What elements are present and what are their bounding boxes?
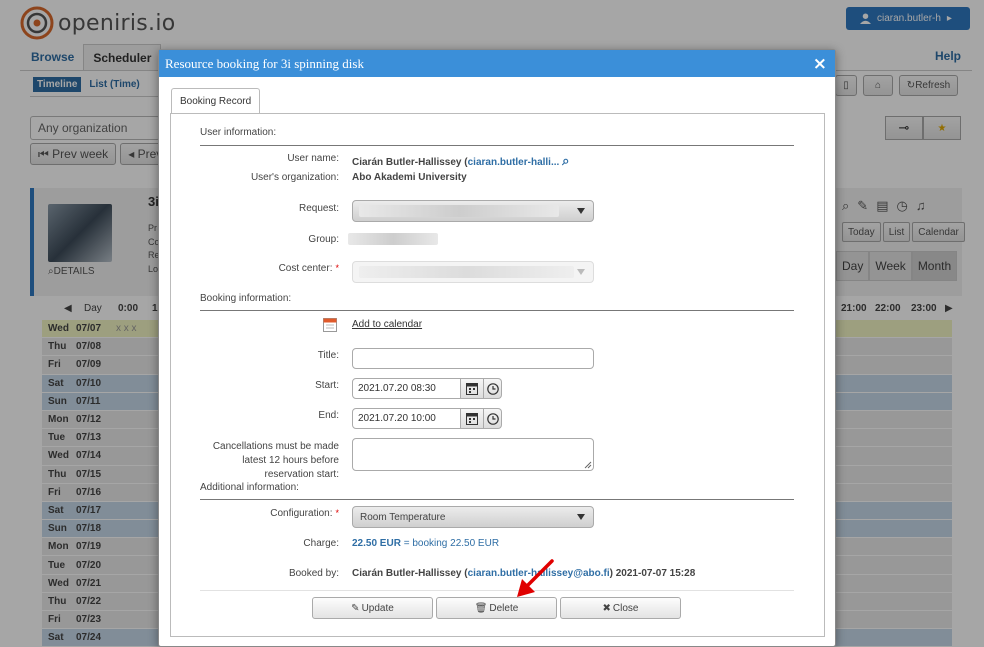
section-divider [200, 499, 794, 500]
organization-value: Abo Akademi University [352, 172, 467, 183]
trash-icon: 🗑︎ [474, 602, 488, 614]
additional-info-heading: Additional information: [200, 482, 299, 493]
end-label: End: [318, 410, 339, 421]
calendar-icon [466, 413, 478, 425]
cancellation-line: reservation start: [264, 469, 339, 480]
dialog-buttons: ✎ Update 🗑︎ Delete ✖ Close [312, 597, 681, 619]
redacted-value [359, 266, 574, 278]
clock-icon [486, 382, 499, 395]
clock-icon [486, 412, 499, 425]
pencil-icon: ✎ [351, 602, 360, 614]
configuration-value: Room Temperature [360, 512, 446, 523]
cancellation-line: Cancellations must be made [212, 441, 339, 452]
dialog-title: Resource booking for 3i spinning disk [165, 55, 364, 71]
configuration-label: Configuration: * [179, 508, 339, 519]
calendar-icon [466, 383, 478, 395]
end-calendar-button[interactable] [460, 408, 484, 429]
user-info-heading: User information: [200, 127, 277, 138]
section-divider [200, 310, 794, 311]
required-marker: * [335, 508, 339, 518]
booked-by-time: 2021-07-07 15:28 [615, 568, 696, 579]
request-label: Request: [298, 203, 339, 214]
update-label: Update [361, 602, 394, 614]
charge-detail: = booking 22.50 EUR [403, 538, 500, 549]
charge-amount: 22.50 EUR [352, 538, 401, 549]
group-label: Group: [308, 234, 339, 245]
dialog-header: Resource booking for 3i spinning disk × [159, 50, 835, 77]
update-button[interactable]: ✎ Update [312, 597, 433, 619]
request-select[interactable] [352, 200, 594, 222]
search-icon[interactable]: ⌕ [562, 153, 569, 168]
cancellation-policy: Cancellations must be made latest 12 hou… [179, 440, 339, 482]
booked-by-name: Ciarán Butler-Hallissey [352, 568, 462, 579]
booking-dialog: Resource booking for 3i spinning disk × … [158, 49, 836, 647]
end-date-input[interactable]: 2021.07.20 10:00 [352, 408, 464, 429]
footer-divider [200, 590, 794, 591]
start-date-input[interactable]: 2021.07.20 08:30 [352, 378, 464, 399]
cost-center-label-text: Cost center: [278, 263, 333, 274]
cost-center-select[interactable] [352, 261, 594, 283]
charge-label: Charge: [303, 538, 339, 549]
tab-booking-record[interactable]: Booking Record [171, 88, 261, 114]
close-x-icon: ✖ [602, 602, 611, 614]
booking-info-heading: Booking information: [200, 293, 292, 304]
cost-center-label: Cost center: * [179, 263, 339, 274]
user-name: Ciarán Butler-Hallissey [352, 157, 462, 168]
required-marker: * [335, 263, 339, 273]
notes-textarea[interactable] [352, 438, 594, 471]
resize-handle-icon[interactable] [584, 461, 592, 469]
start-calendar-button[interactable] [460, 378, 484, 399]
booked-by-label: Booked by: [288, 568, 339, 579]
title-input[interactable] [352, 348, 594, 369]
end-time-button[interactable] [484, 408, 502, 429]
configuration-select[interactable]: Room Temperature [352, 506, 594, 528]
close-label: Close [612, 602, 639, 614]
delete-label: Delete [489, 602, 519, 614]
configuration-label-text: Configuration: [270, 508, 333, 519]
start-label: Start: [315, 380, 339, 391]
cancellation-line: latest 12 hours before [242, 455, 339, 466]
charge-value: 22.50 EUR = booking 22.50 EUR [352, 538, 499, 549]
chevron-down-icon [577, 269, 585, 275]
close-button[interactable]: ✖ Close [560, 597, 681, 619]
annotation-arrow-icon [517, 559, 554, 597]
redacted-group [348, 233, 438, 245]
organization-label: User's organization: [250, 172, 339, 183]
user-name-value: Ciarán Butler-Hallissey (ciaran.butler-h… [352, 153, 570, 168]
user-name-label: User name: [287, 153, 339, 164]
calendar-add-icon [323, 318, 337, 332]
title-label: Title: [317, 350, 339, 361]
start-time-button[interactable] [484, 378, 502, 399]
chevron-down-icon [577, 208, 585, 214]
section-divider [200, 145, 794, 146]
close-icon[interactable]: × [813, 54, 827, 74]
chevron-down-icon [577, 514, 585, 520]
user-login-link[interactable]: ciaran.butler-halli... [468, 157, 560, 168]
add-to-calendar-link[interactable]: Add to calendar [352, 319, 422, 330]
redacted-value [359, 205, 559, 217]
booking-form: User information: User name: Ciarán Butl… [170, 113, 825, 637]
